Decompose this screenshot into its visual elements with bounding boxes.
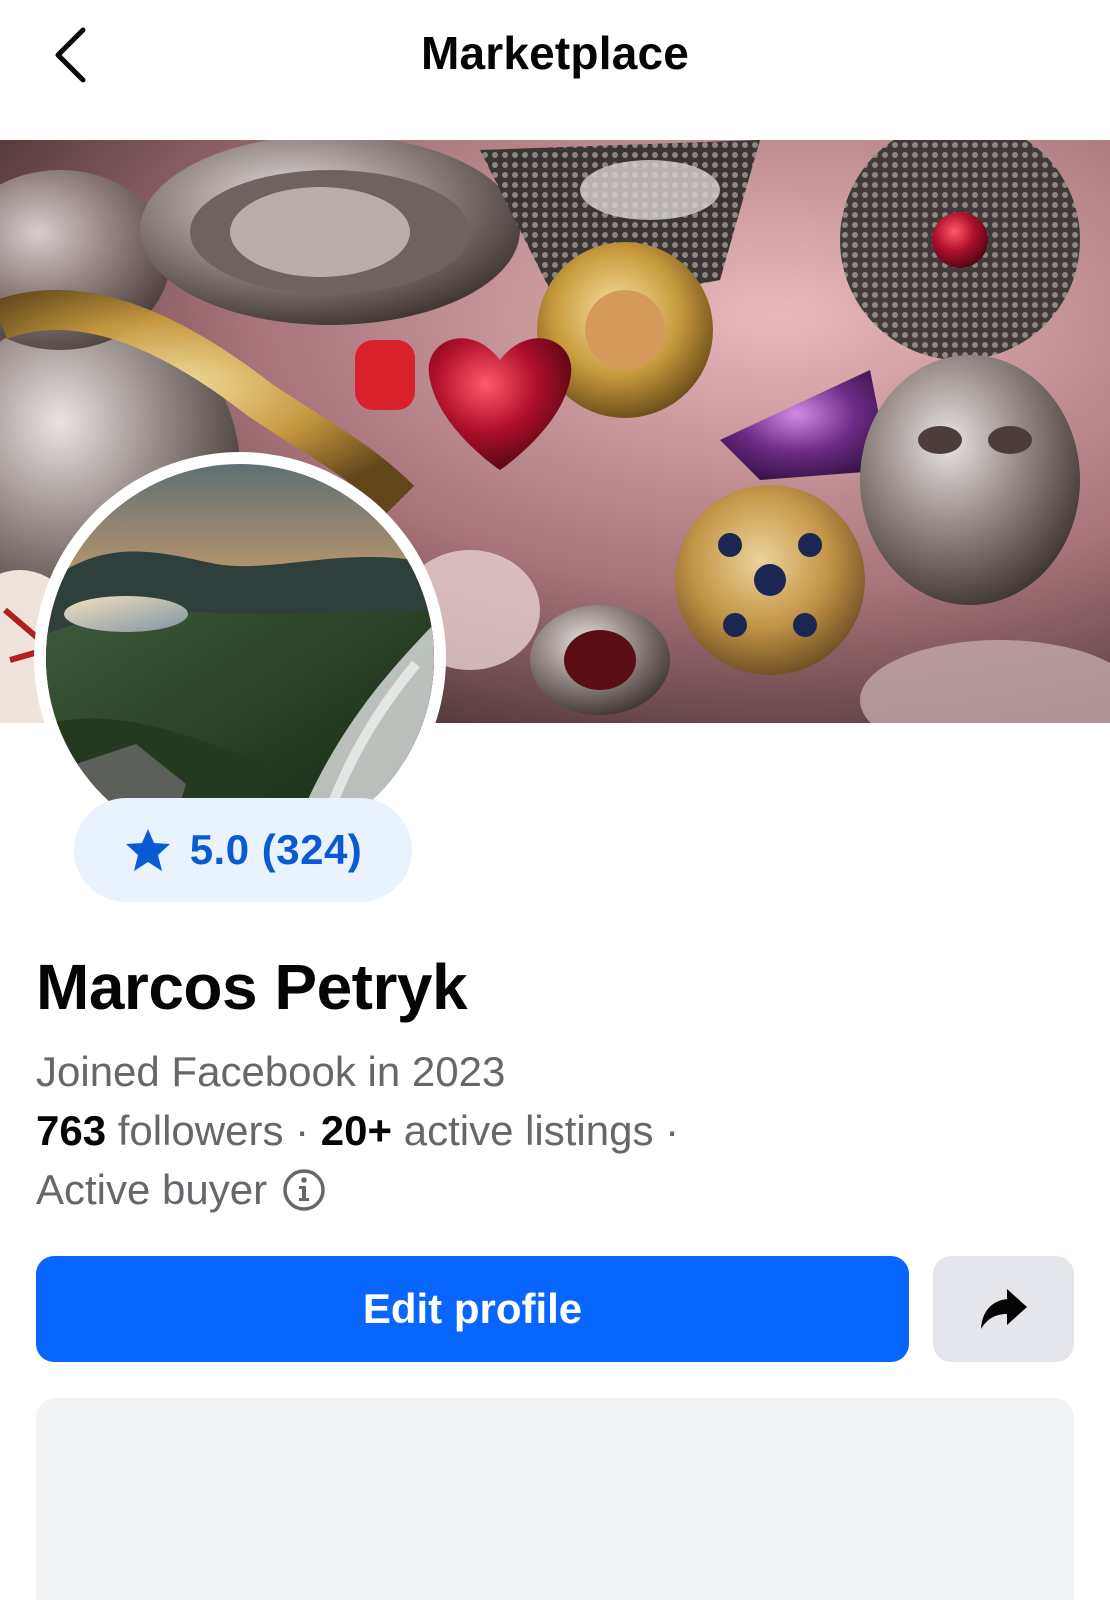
profile-name: Marcos Petryk (36, 951, 468, 1023)
content-card (36, 1398, 1074, 1600)
marketplace-profile-page: Marketplace 5.0 (324) Marcos Petryk Join… (0, 0, 1110, 1600)
joined-date: Joined Facebook in 2023 (36, 1048, 506, 1095)
buyer-status-label: Active buyer (36, 1166, 268, 1213)
followers-label: followers · (106, 1107, 321, 1154)
share-arrow-icon (980, 1289, 1027, 1329)
seller-rating-badge[interactable]: 5.0 (324) (74, 798, 412, 902)
rating-value: 5.0 (324) (189, 826, 363, 873)
page-title: Marketplace (420, 27, 690, 79)
followers-count[interactable]: 763 (36, 1107, 106, 1154)
share-button[interactable] (933, 1256, 1074, 1362)
top-navigation-bar: Marketplace (0, 0, 1110, 140)
profile-stats: 763 followers · 20+ active listings · (36, 1107, 679, 1155)
listings-count[interactable]: 20+ (321, 1107, 392, 1154)
buyer-status: Active buyer (36, 1166, 327, 1214)
listings-label: active listings · (392, 1107, 680, 1154)
star-icon (125, 829, 170, 871)
edit-profile-button[interactable]: Edit profile (36, 1256, 909, 1362)
avatar-photo (46, 464, 434, 852)
info-icon[interactable] (281, 1167, 327, 1213)
